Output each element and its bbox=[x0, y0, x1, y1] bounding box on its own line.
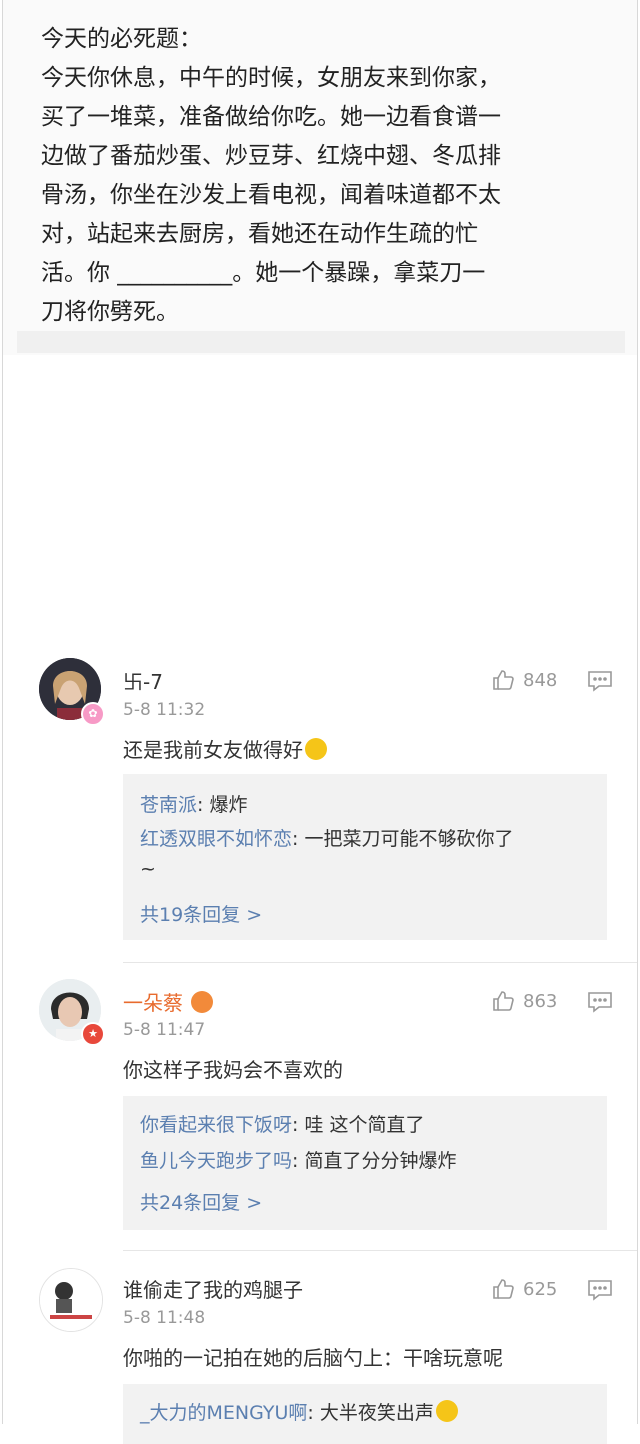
comment-username[interactable]: 谁偷走了我的鸡腿子 bbox=[123, 1274, 303, 1303]
laughing-emoji-icon bbox=[435, 1400, 458, 1422]
thumbs-up-icon bbox=[493, 670, 514, 690]
comment-content: 你这样子我妈会不喜欢的 bbox=[123, 1058, 343, 1082]
reply-user[interactable]: 鱼儿今天跑步了吗 bbox=[140, 1150, 292, 1172]
comment-time: 5-8 11:48 bbox=[123, 1308, 206, 1328]
reply-icon[interactable] bbox=[587, 1278, 613, 1306]
comment-username[interactable]: 一朵蔡 bbox=[123, 987, 214, 1016]
weibo-screenshot: 今天的必死题： 今天你休息，中午的时候，女朋友来到你家， 买了一堆菜，准备做给你… bbox=[2, 0, 638, 1444]
reply-user[interactable]: 苍南派 bbox=[140, 794, 197, 816]
reply-sep: : bbox=[197, 794, 210, 816]
reply-text: ~ bbox=[140, 858, 156, 880]
reply-user[interactable]: 你看起来很下饭呀 bbox=[140, 1114, 292, 1136]
comment-time: 5-8 11:47 bbox=[123, 1020, 206, 1040]
like-button[interactable]: 863 bbox=[491, 989, 557, 1013]
reply-sep: : bbox=[292, 828, 305, 850]
like-count: 848 bbox=[523, 669, 558, 691]
reply-box[interactable]: 你看起来很下饭呀: 哇 这个简直了 鱼儿今天跑步了吗: 简直了分分钟爆炸 共24… bbox=[123, 1096, 607, 1230]
comment-content: 你啪的一记拍在她的后脑勺上：干啥玩意呢 bbox=[123, 1346, 503, 1370]
reply-text: 哇 这个简直了 bbox=[304, 1114, 425, 1136]
reply-user[interactable]: _大力的MENGYU啊 bbox=[140, 1402, 307, 1424]
post-card: 今天的必死题： 今天你休息，中午的时候，女朋友来到你家， 买了一堆菜，准备做给你… bbox=[3, 0, 637, 355]
reply-box[interactable]: 苍南派: 爆炸 红透双眼不如怀恋: 一把菜刀可能不够砍你了 ~ 共19条回复 > bbox=[123, 774, 607, 940]
heart-eyes-emoji-icon bbox=[191, 991, 214, 1013]
like-count: 863 bbox=[523, 990, 558, 1012]
more-replies-link[interactable]: 共19条回复 > bbox=[140, 900, 262, 927]
comment-divider bbox=[123, 962, 637, 963]
comment-username[interactable]: 卐-7 bbox=[123, 666, 163, 695]
vip-badge-icon: ✿ bbox=[81, 702, 105, 726]
comment-divider bbox=[123, 1250, 637, 1251]
like-button[interactable]: 848 bbox=[491, 668, 557, 692]
reply-box[interactable]: _大力的MENGYU啊: 大半夜笑出声 bbox=[123, 1384, 607, 1444]
post-footer-bar bbox=[17, 331, 625, 353]
verified-badge-icon: ★ bbox=[81, 1022, 105, 1046]
reply-text: 大半夜笑出声 bbox=[319, 1402, 434, 1424]
comment-content: 还是我前女友做得好 bbox=[123, 734, 327, 763]
reply-1: 你看起来很下饭呀: 哇 这个简直了 bbox=[140, 1110, 425, 1137]
comment-time: 5-8 11:32 bbox=[123, 700, 206, 720]
reply-2-continued: ~ bbox=[140, 858, 156, 880]
reply-text: 简直了分分钟爆炸 bbox=[304, 1150, 457, 1172]
like-button[interactable]: 625 bbox=[491, 1277, 557, 1301]
shrug-emoji-icon bbox=[305, 738, 327, 760]
reply-sep: : bbox=[307, 1402, 320, 1424]
reply-text: 一把菜刀可能不够砍你了 bbox=[304, 828, 514, 850]
username-text: 一朵蔡 bbox=[123, 991, 183, 1015]
reply-1: 苍南派: 爆炸 bbox=[140, 790, 247, 817]
reply-2: 鱼儿今天跑步了吗: 简直了分分钟爆炸 bbox=[140, 1146, 456, 1173]
avatar[interactable] bbox=[39, 1268, 103, 1332]
reply-icon[interactable] bbox=[587, 669, 613, 697]
thumbs-up-icon bbox=[493, 1279, 514, 1299]
reply-sep: : bbox=[292, 1150, 305, 1172]
thumbs-up-icon bbox=[493, 991, 514, 1011]
more-replies-link[interactable]: 共24条回复 > bbox=[140, 1188, 262, 1215]
reply-icon[interactable] bbox=[587, 990, 613, 1018]
reply-user[interactable]: 红透双眼不如怀恋 bbox=[140, 828, 292, 850]
reply-sep: : bbox=[292, 1114, 305, 1136]
post-text: 今天的必死题： 今天你休息，中午的时候，女朋友来到你家， 买了一堆菜，准备做给你… bbox=[41, 26, 501, 325]
reply-2: 红透双眼不如怀恋: 一把菜刀可能不够砍你了 bbox=[140, 824, 513, 851]
like-count: 625 bbox=[523, 1278, 558, 1300]
comment-text: 还是我前女友做得好 bbox=[123, 738, 303, 762]
reply-text: 爆炸 bbox=[209, 794, 248, 816]
reply-1: _大力的MENGYU啊: 大半夜笑出声 bbox=[140, 1398, 458, 1425]
